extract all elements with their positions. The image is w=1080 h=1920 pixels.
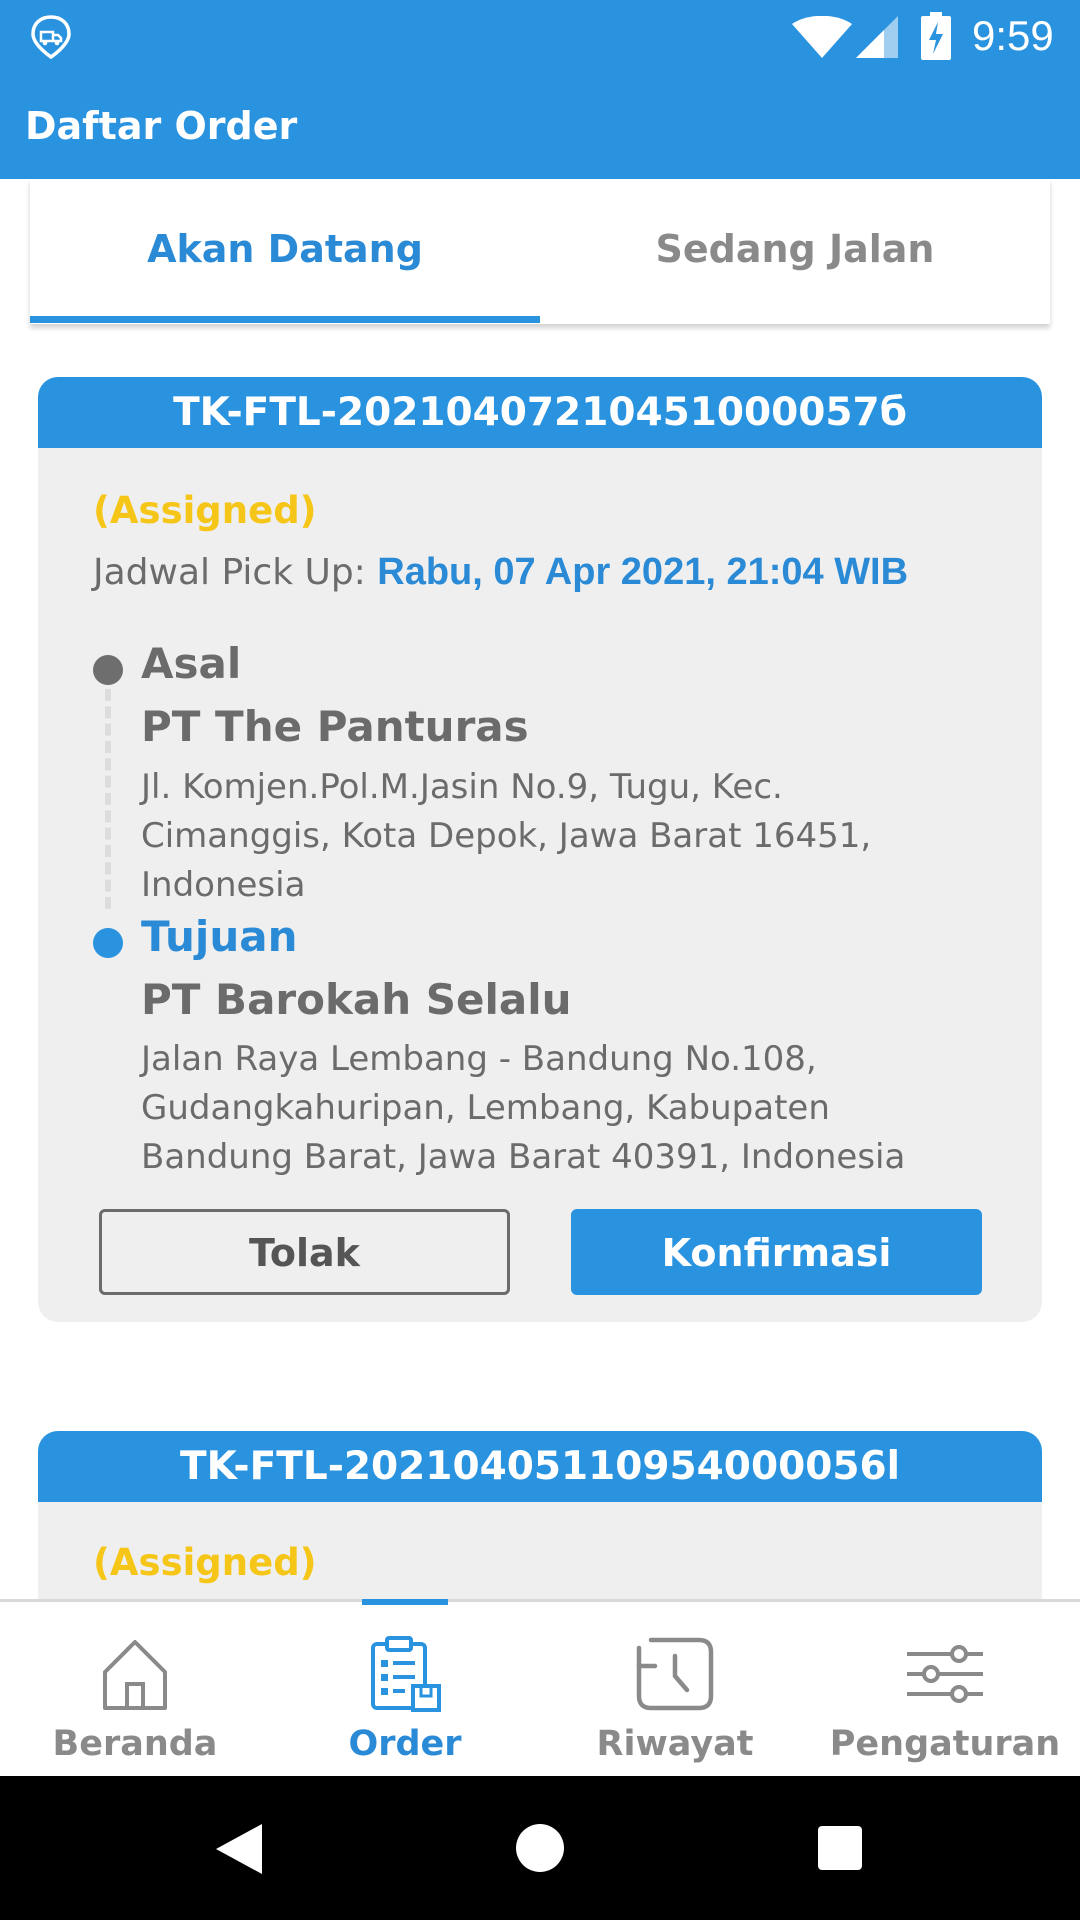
active-tab-indicator: [30, 316, 540, 323]
nav-item-pengaturan[interactable]: Pengaturan: [810, 1602, 1080, 1779]
system-navigation-bar: [0, 1776, 1080, 1920]
status-bar: 9:59: [0, 0, 1080, 74]
origin-dot-icon: [93, 655, 123, 685]
route-line: [105, 689, 111, 909]
nav-label: Beranda: [52, 1724, 218, 1764]
pickup-schedule: Jadwal Pick Up: Rabu, 07 Apr 2021, 21:04…: [93, 551, 908, 594]
nav-label: Order: [348, 1724, 462, 1764]
origin-address: Jl. Komjen.Pol.M.Jasin No.9, Tugu, Kec. …: [141, 767, 872, 905]
signal-icon: [856, 16, 898, 58]
pickup-label: Jadwal Pick Up:: [93, 552, 378, 593]
wifi-icon: [792, 16, 852, 58]
nav-item-riwayat[interactable]: Riwayat: [540, 1602, 810, 1779]
battery-charging-icon: [921, 12, 951, 60]
origin-name: PT The Panturas: [141, 702, 529, 751]
app-logo-icon: [31, 15, 71, 60]
confirm-button[interactable]: Konfirmasi: [571, 1209, 982, 1295]
tab-sedang-jalan[interactable]: Sedang Jalan: [540, 227, 1050, 271]
destination-dot-icon: [93, 928, 123, 958]
settings-sliders-icon: [907, 1645, 983, 1703]
bottom-navigation: Beranda Order Riwayat Pengaturan: [0, 1599, 1080, 1776]
destination-label: Tujuan: [141, 912, 298, 961]
app-header: 9:59 Daftar Order: [0, 0, 1080, 179]
order-status: (Assigned): [93, 1541, 317, 1584]
nav-label: Pengaturan: [829, 1724, 1061, 1764]
nav-item-beranda[interactable]: Beranda: [0, 1602, 270, 1779]
recents-icon[interactable]: [818, 1826, 862, 1870]
tab-akan-datang[interactable]: Akan Datang: [30, 227, 540, 271]
order-id: TK-FTL-20210405110954000056l: [38, 1431, 1042, 1502]
origin-label: Asal: [141, 639, 242, 688]
order-tabs: Akan Datang Sedang Jalan: [30, 179, 1050, 324]
reject-button[interactable]: Tolak: [99, 1209, 510, 1295]
pickup-value: Rabu, 07 Apr 2021, 21:04 WIB: [377, 551, 909, 593]
order-card[interactable]: TK-FTL-20210407210451000057б (Assigned) …: [38, 377, 1042, 1322]
order-id: TK-FTL-20210407210451000057б: [38, 377, 1042, 448]
destination-address: Jalan Raya Lembang - Bandung No.108, Gud…: [141, 1039, 906, 1177]
nav-label: Riwayat: [596, 1724, 754, 1764]
back-icon[interactable]: [216, 1824, 262, 1874]
status-time: 9:59: [972, 12, 1054, 59]
order-status: (Assigned): [93, 489, 317, 532]
destination-name: PT Barokah Selalu: [141, 975, 572, 1024]
history-icon: [636, 1637, 714, 1711]
nav-item-order[interactable]: Order: [270, 1602, 540, 1779]
page-title: Daftar Order: [25, 104, 298, 148]
order-clipboard-icon: [371, 1636, 441, 1712]
home-icon: [103, 1640, 167, 1710]
home-button-icon[interactable]: [516, 1824, 564, 1872]
